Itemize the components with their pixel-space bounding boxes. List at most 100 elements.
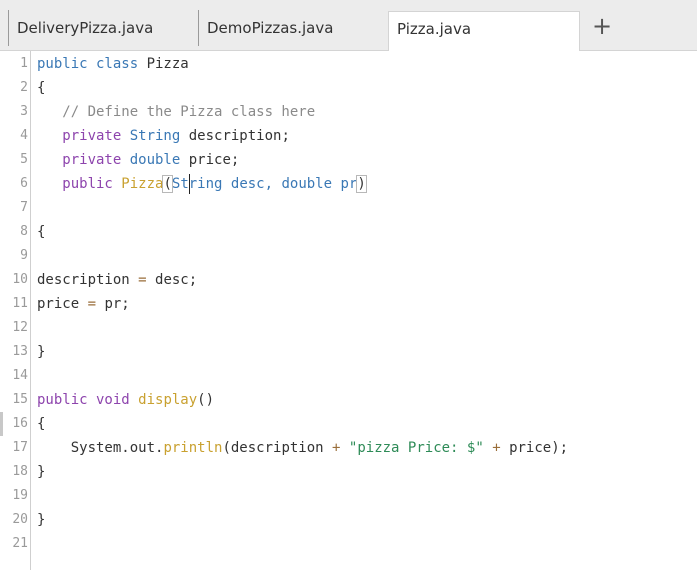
line-number: 5 (20, 152, 28, 167)
code-line[interactable]: 10 description = desc; (0, 268, 697, 292)
code-text: public class Pizza (37, 52, 189, 76)
code-line[interactable]: 20} (0, 508, 697, 532)
code-token: Pizza (146, 56, 189, 72)
line-number: 11 (12, 296, 28, 311)
code-token: double (281, 176, 341, 192)
code-editor[interactable]: 1 public class Pizza 2{3 // Define the Piz… (0, 51, 697, 570)
line-number: 16 (12, 416, 28, 431)
line-number: 19 (12, 488, 28, 503)
code-text: { (37, 76, 45, 100)
line-number: 1 (20, 56, 28, 71)
code-token: description (37, 272, 139, 288)
line-number: 18 (12, 464, 28, 479)
tab-demo-pizzas[interactable]: DemoPizzas.java (198, 10, 388, 46)
text-caret (189, 174, 190, 194)
code-token: public (37, 176, 122, 192)
code-token: pr; (96, 296, 130, 312)
code-text: } (37, 340, 45, 364)
line-number: 17 (12, 440, 28, 455)
code-token: price (37, 296, 88, 312)
code-token: } (37, 512, 46, 528)
code-line[interactable]: 3 // Define the Pizza class here (0, 100, 697, 124)
line-number: 7 (20, 200, 28, 215)
code-token: { (37, 416, 46, 432)
code-token: Pizza (121, 176, 164, 192)
code-text: private String description; (37, 124, 290, 148)
code-token: String (129, 128, 189, 144)
code-line[interactable]: 14 (0, 364, 697, 388)
code-token: { (37, 80, 46, 96)
code-line[interactable]: 5 private double price; (0, 148, 697, 172)
code-token: private (37, 152, 130, 168)
code-line[interactable]: 13} (0, 340, 697, 364)
code-token: System.out. (37, 440, 164, 456)
code-line[interactable]: 7 (0, 196, 697, 220)
line-number: 21 (12, 536, 28, 551)
code-token: display (138, 392, 198, 408)
code-token: = (87, 296, 97, 312)
code-token: description; (188, 128, 290, 144)
code-line[interactable]: 12 (0, 316, 697, 340)
tab-pizza-active[interactable]: Pizza.java (388, 11, 580, 51)
line-number: 4 (20, 128, 28, 143)
line-number: 15 (12, 392, 28, 407)
code-token: // Define the Pizza class here (37, 104, 316, 120)
code-token: double (129, 152, 189, 168)
code-text: public Pizza(String desc, double pr) (37, 172, 367, 196)
code-text: private double price; (37, 148, 239, 172)
code-line[interactable]: 4 private String description; (0, 124, 697, 148)
line-number: 12 (12, 320, 28, 335)
code-token: } (37, 464, 46, 480)
code-text: { (37, 220, 45, 244)
code-text: } (37, 508, 45, 532)
code-token: = (138, 272, 147, 288)
code-token: public class (37, 56, 147, 72)
code-token: public void (37, 392, 139, 408)
code-text: public void display() (37, 388, 214, 412)
line-number: 10 (12, 272, 28, 287)
code-line[interactable]: 17 System.out.println(description + "piz… (0, 436, 697, 460)
code-token: pr (340, 176, 358, 192)
code-line[interactable]: 1 public class Pizza (0, 52, 697, 76)
code-token: (description (222, 440, 333, 456)
code-token: price); (500, 440, 569, 456)
code-line[interactable]: 21 (0, 532, 697, 556)
code-text: } (37, 460, 45, 484)
code-line[interactable]: 2{ (0, 76, 697, 100)
tab-bar: DeliveryPizza.java DemoPizzas.java Pizza… (0, 0, 697, 51)
code-token: () (197, 392, 215, 408)
line-number: 13 (12, 344, 28, 359)
code-token: println (163, 440, 223, 456)
code-line[interactable]: 9 (0, 244, 697, 268)
add-tab-icon[interactable]: + (590, 12, 614, 40)
code-token: + (492, 440, 501, 456)
line-number: 14 (12, 368, 28, 383)
code-text: // Define the Pizza class here (37, 100, 315, 124)
line-number: 9 (20, 248, 28, 263)
line-number: 20 (12, 512, 28, 527)
matched-bracket: ( (162, 175, 173, 193)
code-line[interactable]: 11 price = pr; (0, 292, 697, 316)
line-number: 2 (20, 80, 28, 95)
code-line[interactable]: 16 { (0, 412, 697, 436)
code-line[interactable]: 8{ (0, 220, 697, 244)
code-line[interactable]: 19 (0, 484, 697, 508)
line-number: 3 (20, 104, 28, 119)
line-number: 6 (20, 176, 28, 191)
line-number: 8 (20, 224, 28, 239)
code-line[interactable]: 6 public Pizza(String desc, double pr) (0, 172, 697, 196)
code-text: { (37, 412, 45, 436)
matched-bracket: ) (356, 175, 367, 193)
code-text: System.out.println(description + "pizza … (37, 436, 568, 460)
code-text: price = pr; (37, 292, 130, 316)
code-line[interactable]: 15 public void display() (0, 388, 697, 412)
code-token: "pizza Price: $" (348, 440, 484, 456)
code-token: desc; (146, 272, 198, 288)
tab-delivery-pizza[interactable]: DeliveryPizza.java (8, 10, 198, 46)
code-token: } (37, 344, 46, 360)
code-token: { (37, 224, 46, 240)
code-line[interactable]: 18} (0, 460, 697, 484)
code-token: private (37, 128, 130, 144)
